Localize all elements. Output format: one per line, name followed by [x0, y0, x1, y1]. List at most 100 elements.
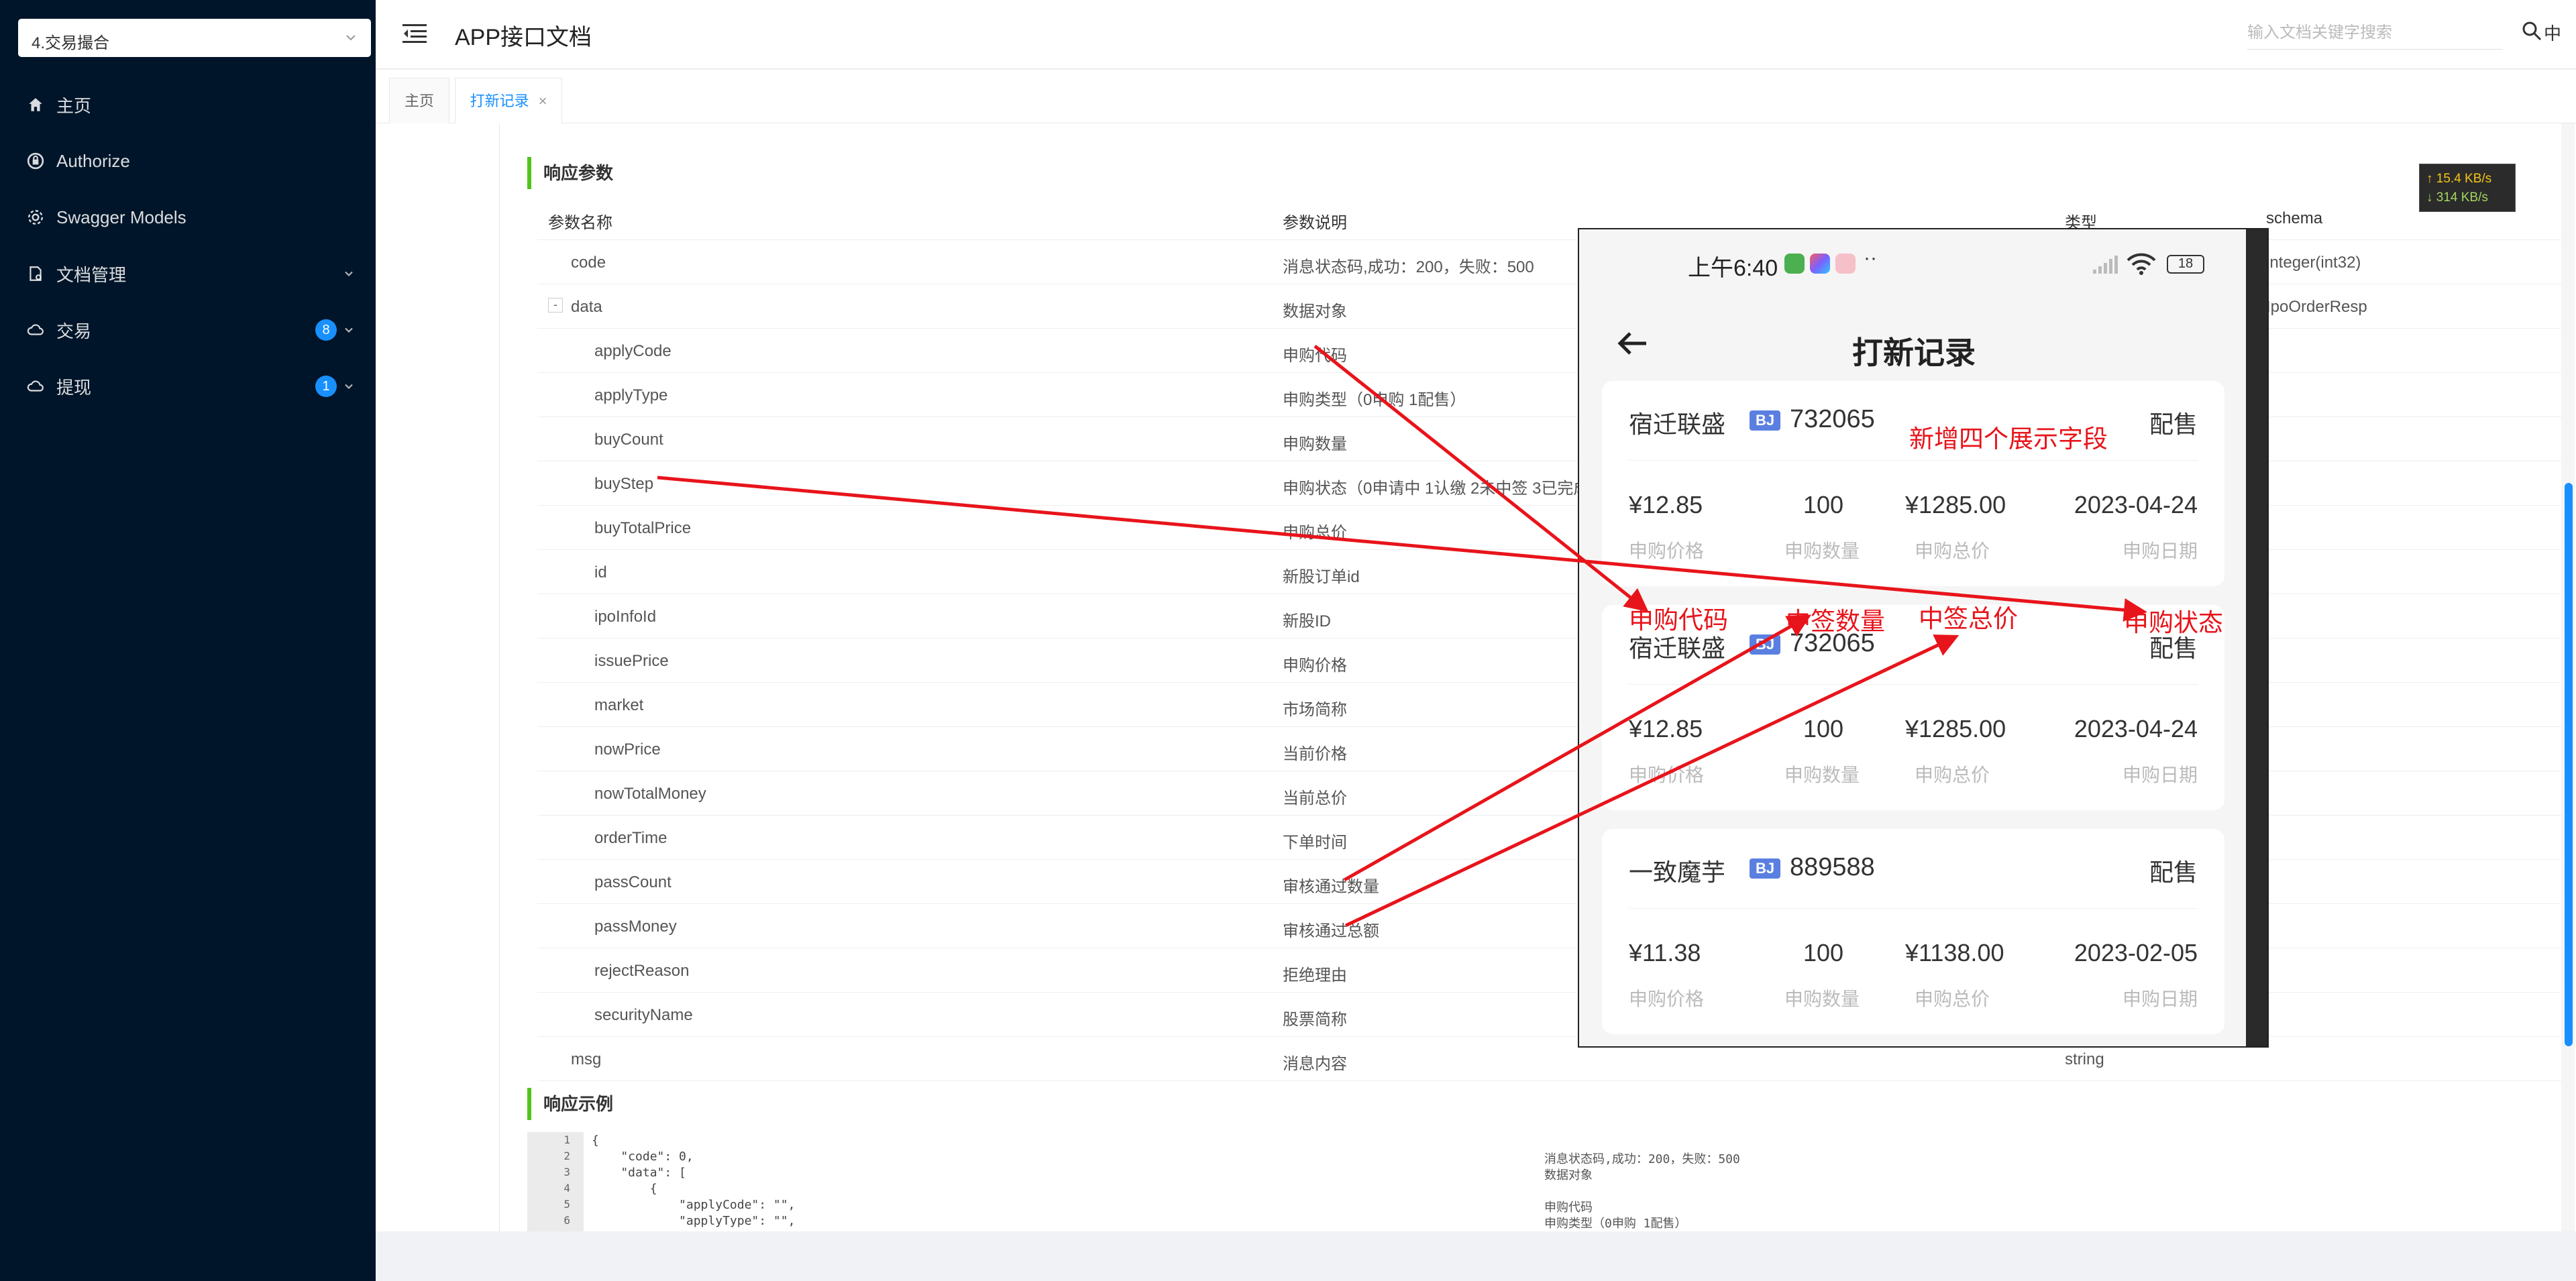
param-desc: 审核通过总额 [1283, 922, 1379, 940]
security-code: 732065 [1790, 405, 1875, 433]
security-name: 一致魔芋 [1629, 858, 1726, 886]
line-number-gutter: 1 2 3 4 5 6 [527, 1132, 584, 1231]
param-name: rejectReason [594, 962, 690, 980]
param-desc: 申购数量 [1283, 435, 1347, 453]
phone-nav-bar: 打新记录 [1579, 303, 2249, 390]
scrollbar-thumb[interactable] [2565, 483, 2573, 1046]
annotation-new-fields: 新增四个展示字段 [1909, 425, 2108, 453]
apply-price: ¥12.85 [1629, 491, 1703, 518]
search-input[interactable] [2247, 16, 2502, 50]
cloud-icon [27, 380, 44, 392]
param-desc: 拒绝理由 [1283, 966, 1347, 985]
code-comment: 申购代码 [1544, 1201, 1593, 1215]
expand-toggle[interactable]: - [548, 298, 563, 313]
tab-bar: 主页 打新记录 × [376, 70, 2576, 123]
annotation-apply-code: 申购代码 [1629, 606, 1728, 634]
sidebar-item-label: 文档管理 [56, 264, 127, 285]
line-number: 1 [564, 1133, 570, 1146]
cloud-icon [27, 324, 44, 335]
param-desc: 申购代码 [1283, 347, 1347, 365]
response-example-title: 响应示例 [527, 1088, 613, 1120]
code-line: { [592, 1182, 657, 1196]
phone-status-bar: 上午6:40 ·· 18 [1579, 229, 2249, 303]
param-name: market [594, 696, 644, 714]
battery-level: 18 [2178, 256, 2194, 271]
footer [376, 1231, 2576, 1281]
param-desc: 当前总价 [1283, 789, 1347, 807]
param-desc: 下单时间 [1283, 834, 1347, 852]
param-name: applyCode [594, 342, 672, 360]
project-select[interactable]: 4.交易撮合 [18, 19, 371, 57]
column-header: 参数说明 [1283, 214, 1347, 232]
sidebar-item-label: Authorize [56, 150, 130, 171]
close-icon[interactable]: × [539, 78, 547, 124]
code-line: "applyCode": "", [592, 1198, 796, 1212]
param-name: ipoInfoId [594, 608, 657, 626]
caption-price: 申购价格 [1629, 989, 1705, 1009]
download-app-icon [1784, 254, 1805, 274]
param-name: issuePrice [594, 652, 669, 670]
param-name: buyTotalPrice [594, 519, 692, 537]
ipo-record-card[interactable]: 一致魔芋 BJ 889588 配售 ¥11.38 100 ¥1138.00 20… [1602, 829, 2224, 1034]
ipo-record-card[interactable]: 宿迁联盛 BJ 732065 配售 ¥12.85 100 ¥1285.00 20… [1602, 381, 2224, 586]
code-line: "data": [ [592, 1166, 686, 1180]
param-name: data [571, 298, 602, 316]
upload-speed: ↑ 15.4 KB/s [2426, 172, 2492, 186]
line-number: 2 [564, 1150, 570, 1162]
sidebar-item-trade[interactable]: 交易 8 [0, 302, 376, 358]
code-comment: 数据对象 [1544, 1168, 1593, 1182]
tab-home[interactable]: 主页 [389, 78, 449, 123]
caption-count: 申购数量 [1784, 765, 1860, 785]
param-desc: 新股订单id [1283, 568, 1360, 586]
settings-icon [28, 210, 43, 225]
code-comment: 消息状态码,成功：200，失败：500 [1544, 1152, 1740, 1166]
menu-fold-icon[interactable] [402, 23, 427, 44]
file-manage-icon [30, 266, 42, 281]
sidebar-item-label: 交易 [56, 321, 92, 341]
param-name: code [571, 254, 606, 272]
caption-date: 申购日期 [2122, 765, 2198, 785]
annotation-pass-total: 中签总价 [1919, 605, 2018, 632]
annotation-pass-count: 中签数量 [1786, 608, 1885, 635]
home-icon [29, 98, 42, 111]
tab-ipo-records[interactable]: 打新记录 × [455, 78, 562, 123]
param-desc: 数据对象 [1283, 302, 1347, 321]
phone-page-title: 打新记录 [1852, 335, 1976, 370]
param-name: buyCount [594, 431, 663, 449]
sidebar-item-authorize[interactable]: Authorize [0, 133, 376, 189]
caption-date: 申购日期 [2122, 541, 2198, 561]
param-schema: integer(int32) [2266, 254, 2361, 272]
caption-count: 申购数量 [1784, 989, 1860, 1009]
apply-price: ¥11.38 [1629, 939, 1701, 966]
count-badge: 8 [315, 319, 337, 341]
caption-total: 申购总价 [1915, 541, 1990, 561]
sidebar-item-withdraw[interactable]: 提现 1 [0, 358, 376, 414]
apply-total: ¥1138.00 [1905, 939, 2004, 966]
sidebar-item-home[interactable]: 主页 [0, 76, 376, 133]
tab-label: 打新记录 [470, 93, 529, 109]
apply-type: 配售 [2149, 858, 2198, 886]
apply-date: 2023-04-24 [2074, 715, 2198, 742]
sidebar-item-doc-manage[interactable]: 文档管理 [0, 245, 376, 302]
apply-count: 100 [1803, 939, 1844, 966]
search-icon[interactable] [2521, 20, 2542, 42]
line-number: 5 [564, 1198, 570, 1211]
language-toggle[interactable]: 中 [2544, 20, 2561, 45]
tab-label: 主页 [404, 93, 434, 109]
status-time: 上午6:40 [1688, 256, 1778, 281]
sidebar: 4.交易撮合 主页 Authorize Swagger Models 文档管理 … [0, 0, 376, 1281]
wifi-icon [2127, 253, 2156, 275]
signal-icon [2093, 256, 2118, 274]
apply-type: 配售 [2149, 410, 2198, 438]
response-params-title: 响应参数 [527, 157, 613, 189]
param-name: msg [571, 1050, 602, 1068]
param-desc: 申购总价 [1283, 524, 1347, 542]
top-header: APP接口文档 中 [376, 0, 2576, 69]
divider [1629, 908, 2198, 909]
param-name: applyType [594, 386, 668, 404]
download-speed: ↓ 314 KB/s [2426, 190, 2488, 205]
param-desc: 消息状态码,成功：200，失败：500 [1283, 258, 1534, 276]
sidebar-item-swagger-models[interactable]: Swagger Models [0, 189, 376, 245]
param-desc: 申购类型（0申购 1配售） [1283, 391, 1466, 409]
count-badge: 1 [315, 376, 337, 397]
